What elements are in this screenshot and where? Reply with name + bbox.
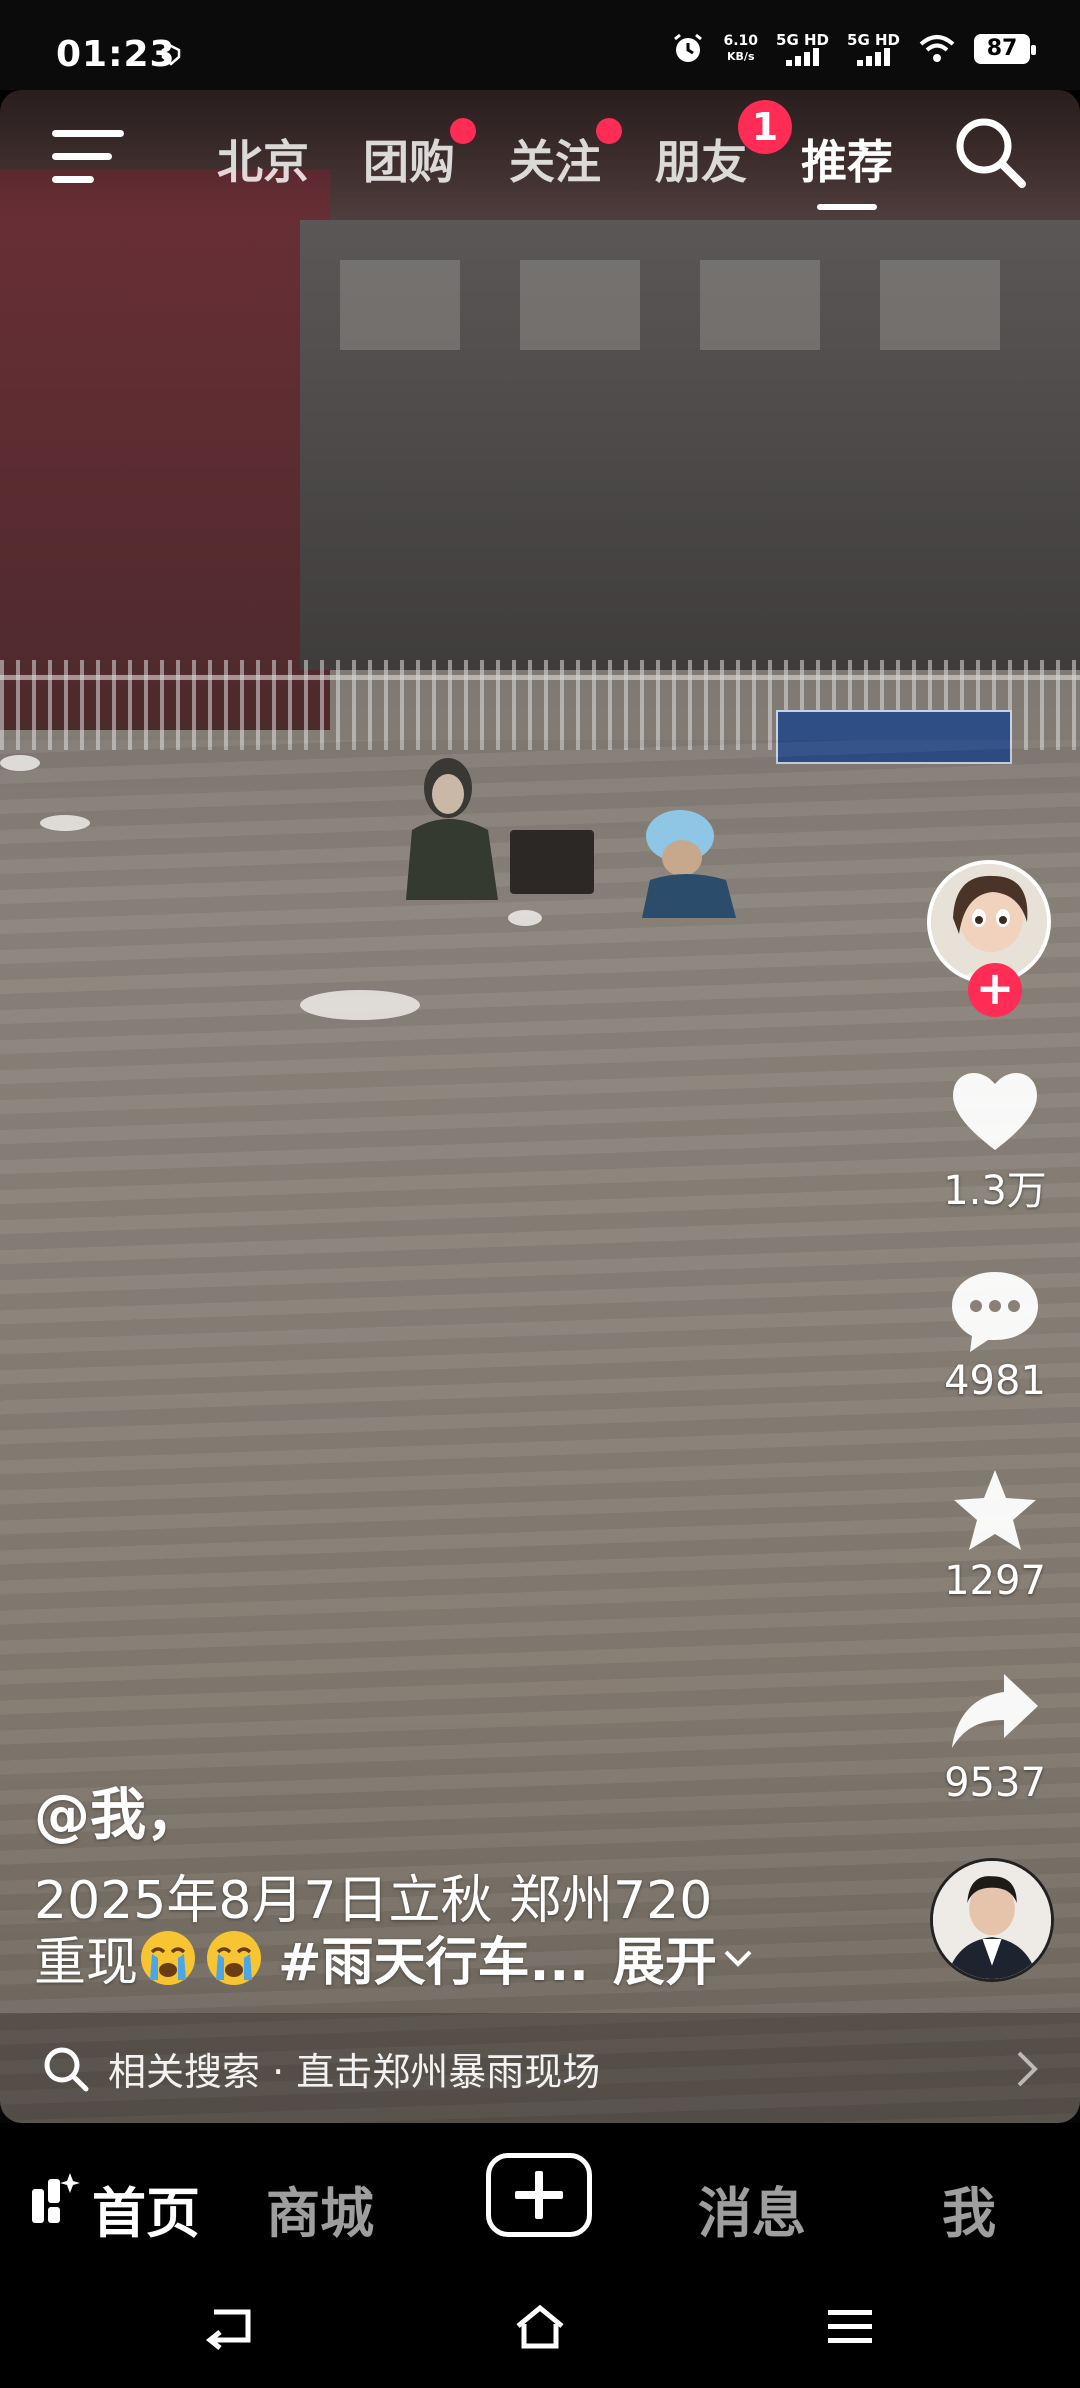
crying-face-icon <box>207 1930 262 1985</box>
search-icon <box>44 2047 89 2092</box>
tab-group-buy[interactable]: 团购 <box>336 118 482 192</box>
comment-icon <box>952 1272 1038 1352</box>
music-disc[interactable] <box>930 1858 1054 1982</box>
related-search-bar[interactable]: 相关搜索 · 直击郑州暴雨现场 <box>0 2013 1080 2123</box>
comment-count: 4981 <box>944 1358 1046 1404</box>
tab-recommended[interactable]: 推荐 <box>774 126 920 210</box>
tab-me[interactable]: 我 <box>942 2169 996 2248</box>
tab-label: 北京 <box>217 135 309 189</box>
status-time: 01:23 <box>56 34 176 75</box>
active-tab-indicator <box>817 204 877 210</box>
menu-icon[interactable] <box>52 128 126 186</box>
tab-label: 团购 <box>363 135 455 189</box>
video-scene-building <box>300 220 1080 670</box>
tab-label: 推荐 <box>801 135 893 189</box>
tab-friends[interactable]: 朋友 1 <box>628 100 792 192</box>
shield-icon <box>161 44 181 66</box>
crying-face-icon <box>141 1930 196 1985</box>
video-scene-debris <box>0 755 40 771</box>
notification-dot <box>450 118 476 144</box>
favorite-button[interactable]: 1297 <box>930 1466 1060 1604</box>
wifi-icon <box>919 35 955 62</box>
sim2-signal: 5G HD <box>847 32 900 66</box>
favorite-count: 1297 <box>944 1558 1046 1604</box>
like-button[interactable]: 1.3万 <box>930 1066 1060 1216</box>
caption-text: 重现 <box>34 1933 139 1993</box>
network-speed-unit: KB/s <box>727 50 755 63</box>
notification-dot <box>596 118 622 144</box>
expand-caption-button[interactable]: 展开 <box>613 1920 717 1995</box>
recent-apps-icon[interactable] <box>824 2304 876 2350</box>
tab-following[interactable]: 关注 <box>482 118 628 192</box>
hashtag-link[interactable]: #雨天行车... <box>278 1920 589 1995</box>
search-icon[interactable] <box>952 114 1028 190</box>
top-nav: 北京 团购 关注 朋友 1 推荐 <box>0 90 1080 220</box>
chevron-right-icon <box>1017 2051 1038 2087</box>
status-bar: 01:23 6.10 KB/s 5G HD 5G HD 87 <box>0 0 1080 90</box>
share-count: 9537 <box>944 1760 1046 1806</box>
system-nav-bar <box>0 2268 1080 2388</box>
related-search-text: 相关搜索 · 直击郑州暴雨现场 <box>108 2050 601 2094</box>
heart-icon <box>953 1072 1037 1150</box>
alarm-icon <box>674 33 703 62</box>
network-speed: 6.10 KB/s <box>723 34 758 64</box>
signal-bars-icon <box>856 48 890 66</box>
sim2-label: 5G HD <box>847 31 900 49</box>
tab-messages[interactable]: 消息 <box>698 2169 806 2248</box>
network-speed-value: 6.10 <box>723 33 759 49</box>
author-name[interactable]: @我， <box>34 1770 202 1851</box>
tab-home[interactable]: 首页 <box>92 2169 200 2248</box>
video-scene-delivery-box <box>510 830 594 894</box>
sim1-label: 5G HD <box>776 31 830 49</box>
video-scene-debris <box>40 815 90 831</box>
tab-beijing[interactable]: 北京 <box>190 126 336 192</box>
bottom-tab-bar: 首页 商城 消息 我 <box>0 2123 1080 2268</box>
create-post-button[interactable] <box>486 2153 592 2237</box>
battery-indicator: 87 <box>974 34 1036 64</box>
comment-button[interactable]: 4981 <box>930 1266 1060 1404</box>
music-disc-image <box>933 1861 1051 1979</box>
video-scene-debris <box>300 990 420 1020</box>
caption-line: 重现 #雨天行车... 展开 <box>34 1920 753 1995</box>
tab-label: 朋友 <box>655 135 747 189</box>
share-icon <box>952 1674 1038 1748</box>
sim1-signal: 5G HD <box>776 32 829 66</box>
video-scene-building <box>0 170 330 730</box>
video-scene-person <box>406 758 498 900</box>
tab-mall[interactable]: 商城 <box>266 2169 374 2248</box>
video-scene-debris <box>508 910 542 926</box>
nav-tabs: 北京 团购 关注 朋友 1 推荐 <box>190 100 920 210</box>
home-icon[interactable] <box>514 2304 566 2350</box>
plus-icon <box>535 2171 543 2219</box>
home-tab-icon <box>32 2173 80 2223</box>
chevron-down-icon[interactable] <box>723 1948 753 1968</box>
video-scene-person <box>642 810 736 918</box>
share-button[interactable]: 9537 <box>930 1668 1060 1806</box>
signal-bars-icon <box>785 48 819 66</box>
like-count: 1.3万 <box>943 1168 1047 1214</box>
tab-label: 关注 <box>509 135 601 189</box>
video-scene-fence-rail <box>0 675 1080 680</box>
back-icon[interactable] <box>204 2304 256 2350</box>
follow-button[interactable]: + <box>968 963 1022 1017</box>
star-icon <box>954 1470 1036 1550</box>
